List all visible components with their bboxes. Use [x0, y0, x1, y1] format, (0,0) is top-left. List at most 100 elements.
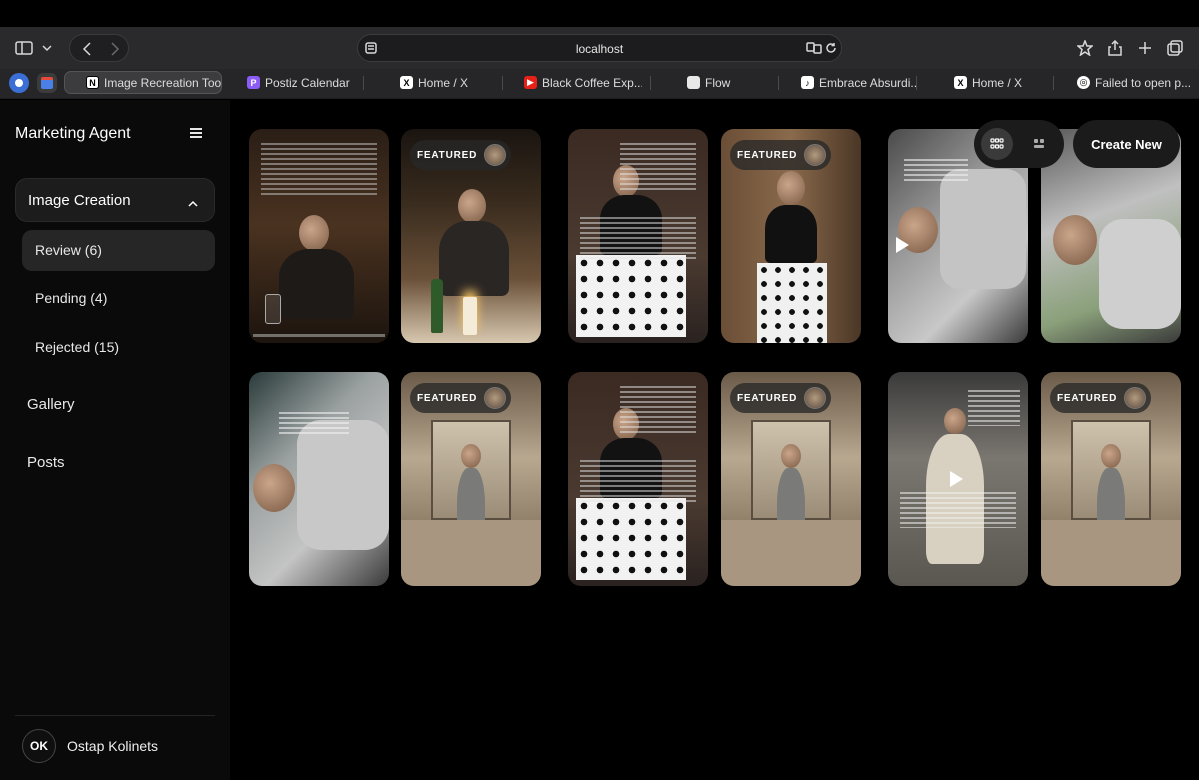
tab-title: Failed to open p... [1095, 75, 1192, 90]
sidebar: Marketing Agent Image Creation Review (6… [0, 100, 230, 780]
chevron-up-icon [188, 195, 198, 213]
thumbnail-avatar [804, 387, 827, 409]
featured-label: FEATURED [737, 149, 798, 161]
polka-dot-pants [576, 498, 686, 580]
image-card[interactable] [888, 372, 1028, 586]
vanity-counter [721, 520, 861, 586]
postiz-icon: P [247, 76, 260, 89]
tab-separator [363, 76, 364, 90]
overlay-text [904, 159, 968, 181]
tab-postiz[interactable]: P Postiz Calendar [247, 71, 357, 94]
thumbnail-avatar [484, 387, 507, 409]
folder-icon [687, 76, 700, 89]
polka-dot-pants [757, 263, 827, 343]
image-card[interactable] [568, 129, 708, 343]
youtube-icon: ▶ [524, 76, 537, 89]
overlay-text [580, 460, 696, 504]
sidebar-item-gallery[interactable]: Gallery [27, 396, 75, 413]
featured-label: FEATURED [417, 149, 478, 161]
person-head [777, 171, 805, 205]
image-card[interactable]: FEATURED [401, 372, 541, 586]
featured-badge: FEATURED [730, 383, 832, 413]
tiktok-icon: ♪ [801, 76, 814, 89]
view-toggle [974, 120, 1064, 168]
translate-icon[interactable] [806, 41, 822, 55]
vanity-counter [401, 520, 541, 586]
sidebar-item-label: Review (6) [35, 242, 102, 258]
person-head [461, 444, 481, 468]
overlay-text [580, 217, 696, 261]
image-card[interactable] [568, 372, 708, 586]
new-tab-icon[interactable] [1136, 39, 1154, 57]
forward-icon[interactable] [106, 40, 124, 58]
sweater-area [297, 420, 389, 550]
caption-bar [253, 334, 385, 337]
vanity-counter [1041, 520, 1181, 586]
person-head [944, 408, 966, 434]
address-bar[interactable]: localhost [357, 34, 842, 62]
window-titlebar [0, 0, 1199, 27]
tab-title: Image Recreation Tool [104, 75, 222, 90]
image-card[interactable] [249, 129, 389, 343]
openai-icon: ◎ [1077, 76, 1090, 89]
tab-separator [778, 76, 779, 90]
create-new-button[interactable]: Create New [1073, 120, 1180, 168]
card-view-icon[interactable] [1023, 128, 1055, 160]
play-icon[interactable] [950, 471, 963, 487]
sidebar-item-review[interactable]: Review (6) [22, 230, 215, 271]
featured-label: FEATURED [417, 392, 478, 404]
person-head [1053, 215, 1097, 265]
tab-embrace[interactable]: ♪ Embrace Absurdi... [801, 71, 916, 94]
featured-badge: FEATURED [730, 140, 832, 170]
person-head [299, 215, 329, 251]
thumbnail-avatar [484, 144, 507, 166]
tab-separator [502, 76, 503, 90]
tab-home-x-2[interactable]: X Home / X [954, 71, 1044, 94]
calendar-icon[interactable] [37, 73, 57, 93]
avatar[interactable]: OK [22, 729, 56, 763]
polka-dot-pants [576, 255, 686, 337]
featured-label: FEATURED [1057, 392, 1118, 404]
history-nav [69, 34, 129, 62]
sidebar-item-pending[interactable]: Pending (4) [22, 278, 215, 319]
sidebar-toggle-icon[interactable] [14, 39, 34, 57]
person-head [1101, 444, 1121, 468]
image-card[interactable]: FEATURED [1041, 372, 1181, 586]
tab-separator [650, 76, 651, 90]
tab-flow[interactable]: Flow [687, 71, 777, 94]
tab-separator [1053, 76, 1054, 90]
share-icon[interactable] [1106, 39, 1124, 57]
chevron-down-icon[interactable] [40, 41, 54, 55]
hamburger-icon[interactable] [189, 126, 207, 142]
person-head [781, 444, 801, 468]
tab-overview-icon[interactable] [1166, 39, 1184, 57]
overlay-text [620, 386, 696, 436]
overlay-text [279, 412, 349, 434]
brand-title: Marketing Agent [15, 125, 131, 142]
sidebar-item-rejected[interactable]: Rejected (15) [22, 327, 215, 368]
reload-icon[interactable] [824, 41, 838, 55]
grid-view-icon[interactable] [981, 128, 1013, 160]
featured-badge: FEATURED [410, 383, 512, 413]
tab-title: Home / X [418, 75, 469, 90]
featured-label: FEATURED [737, 392, 798, 404]
tab-failed[interactable]: ◎ Failed to open p... [1077, 71, 1193, 94]
tab-image-recreation[interactable]: N Image Recreation Tool [64, 71, 222, 94]
tab-home-x[interactable]: X Home / X [400, 71, 510, 94]
image-card[interactable]: FEATURED [721, 129, 861, 343]
sidebar-item-posts[interactable]: Posts [27, 454, 65, 471]
divider [15, 715, 215, 716]
x-icon: X [400, 76, 413, 89]
image-card[interactable] [249, 372, 389, 586]
thumbnail-avatar [1124, 387, 1147, 409]
image-creation-section[interactable]: Image Creation [15, 178, 215, 222]
star-icon[interactable] [1076, 39, 1094, 57]
tab-black-coffee[interactable]: ▶ Black Coffee Exp... [524, 71, 642, 94]
overlay-text [620, 143, 696, 193]
image-card[interactable]: FEATURED [401, 129, 541, 343]
pinned-tab-icon[interactable] [9, 73, 29, 93]
candle-object [463, 297, 477, 335]
back-icon[interactable] [78, 40, 96, 58]
play-icon[interactable] [896, 237, 909, 253]
image-card[interactable]: FEATURED [721, 372, 861, 586]
